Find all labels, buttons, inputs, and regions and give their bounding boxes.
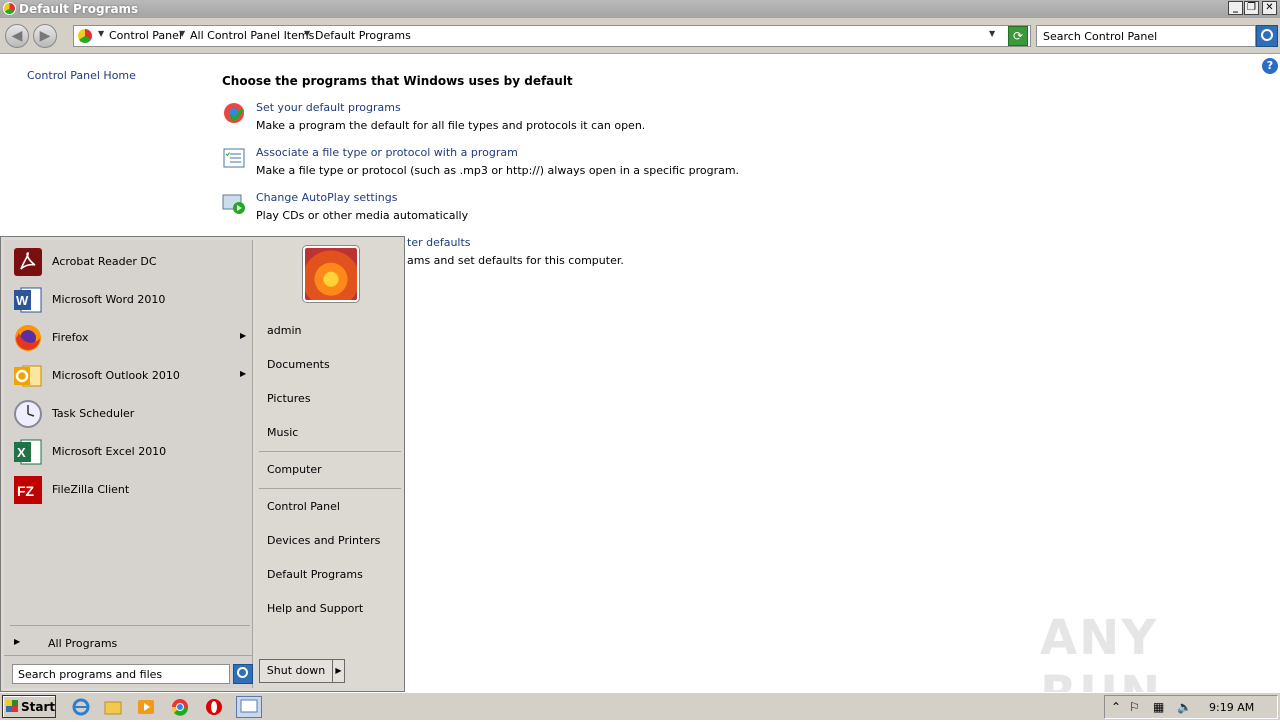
outlook-icon bbox=[14, 365, 42, 387]
program-label: Microsoft Excel 2010 bbox=[52, 445, 167, 458]
start-item-control-panel[interactable]: Control Panel bbox=[267, 500, 340, 513]
program-filezilla[interactable]: FZ FileZilla Client bbox=[10, 473, 250, 507]
submenu-arrow-icon[interactable]: ▶ bbox=[240, 369, 246, 378]
program-outlook[interactable]: Microsoft Outlook 2010 ▶ bbox=[10, 359, 250, 393]
associate-file-type-link[interactable]: Associate a file type or protocol with a… bbox=[256, 146, 518, 159]
start-menu-programs-pane: Acrobat Reader DC W Microsoft Word 2010 … bbox=[4, 240, 253, 688]
taskbar: Start ⌃ ⚐ ▦ 🔈 9:19 AM bbox=[0, 692, 1280, 720]
media-player-icon[interactable] bbox=[137, 698, 155, 716]
program-word[interactable]: W Microsoft Word 2010 bbox=[10, 283, 250, 317]
action-center-flag-icon[interactable]: ⚐ bbox=[1129, 700, 1140, 714]
task-description: Play CDs or other media automatically bbox=[256, 209, 469, 222]
start-item-computer[interactable]: Computer bbox=[267, 463, 322, 476]
address-box[interactable]: ▼ Control Panel ▼ All Control Panel Item… bbox=[73, 25, 1031, 47]
shutdown-options-button[interactable]: ▶ bbox=[332, 659, 345, 683]
breadcrumb-default-programs[interactable]: Default Programs bbox=[315, 29, 411, 42]
address-dropdown-icon[interactable]: ▼ bbox=[989, 29, 995, 38]
chevron-right-icon: ▶ bbox=[14, 637, 21, 646]
control-panel-taskbar-icon[interactable] bbox=[236, 696, 262, 718]
program-label: FileZilla Client bbox=[52, 483, 130, 496]
program-label: Microsoft Outlook 2010 bbox=[52, 369, 180, 382]
svg-text:W: W bbox=[16, 293, 29, 308]
start-item-default-programs[interactable]: Default Programs bbox=[267, 568, 363, 581]
program-firefox[interactable]: Firefox ▶ bbox=[10, 321, 250, 355]
program-label: Task Scheduler bbox=[52, 407, 135, 420]
page-title: Choose the programs that Windows uses by… bbox=[222, 74, 573, 88]
control-panel-icon bbox=[3, 2, 16, 15]
close-button[interactable]: ✕ bbox=[1262, 1, 1277, 15]
address-bar: ◀ ▶ ▼ Control Panel ▼ All Control Panel … bbox=[0, 18, 1280, 54]
chrome-icon[interactable] bbox=[171, 698, 189, 716]
change-autoplay-link[interactable]: Change AutoPlay settings bbox=[256, 191, 397, 204]
start-item-music[interactable]: Music bbox=[267, 426, 298, 439]
shutdown-button[interactable]: Shut down bbox=[259, 659, 333, 683]
all-programs-button[interactable]: ▶ All Programs bbox=[12, 635, 252, 655]
task-description: ams and set defaults for this computer. bbox=[407, 254, 624, 267]
all-programs-label: All Programs bbox=[48, 637, 118, 650]
folder-icon[interactable] bbox=[104, 698, 122, 716]
control-panel-home-link[interactable]: Control Panel Home bbox=[27, 69, 136, 82]
user-picture[interactable] bbox=[303, 246, 359, 302]
program-access-link[interactable]: ter defaults bbox=[407, 236, 471, 249]
start-item-user[interactable]: admin bbox=[267, 324, 301, 337]
default-programs-icon bbox=[224, 103, 245, 123]
task-description: Make a file type or protocol (such as .m… bbox=[256, 164, 740, 177]
windows-logo-icon bbox=[6, 700, 18, 712]
opera-icon[interactable] bbox=[205, 698, 223, 716]
svg-text:FZ: FZ bbox=[17, 483, 35, 499]
separator bbox=[10, 625, 250, 626]
back-button[interactable]: ◀ bbox=[5, 24, 29, 48]
submenu-arrow-icon[interactable]: ▶ bbox=[240, 331, 246, 340]
start-item-devices-printers[interactable]: Devices and Printers bbox=[267, 534, 380, 547]
search-icon[interactable] bbox=[1256, 25, 1278, 47]
clock[interactable]: 9:19 AM bbox=[1209, 701, 1254, 714]
breadcrumb-control-panel[interactable]: Control Panel bbox=[109, 29, 182, 42]
show-hidden-icons-icon[interactable]: ⌃ bbox=[1111, 700, 1121, 714]
window-title: Default Programs bbox=[19, 2, 139, 16]
help-icon[interactable]: ? bbox=[1262, 58, 1278, 74]
start-item-help-support[interactable]: Help and Support bbox=[267, 602, 363, 615]
task-description: Make a program the default for all file … bbox=[256, 119, 646, 132]
separator bbox=[259, 451, 401, 452]
start-search-input[interactable]: Search programs and files bbox=[12, 664, 230, 684]
start-label: Start bbox=[21, 700, 56, 714]
start-item-pictures[interactable]: Pictures bbox=[267, 392, 311, 405]
acrobat-icon bbox=[14, 248, 42, 276]
chevron-down-icon[interactable]: ▼ bbox=[98, 29, 104, 38]
chevron-down-icon[interactable]: ▼ bbox=[179, 29, 185, 38]
chevron-down-icon[interactable]: ▼ bbox=[304, 29, 310, 38]
program-label: Acrobat Reader DC bbox=[52, 255, 157, 268]
svg-text:X: X bbox=[17, 445, 26, 460]
start-item-documents[interactable]: Documents bbox=[267, 358, 330, 371]
title-bar: Default Programs _ ❐ ✕ bbox=[0, 0, 1280, 18]
separator bbox=[4, 655, 253, 656]
breadcrumb-all-items[interactable]: All Control Panel Items bbox=[190, 29, 314, 42]
volume-icon[interactable]: 🔈 bbox=[1177, 700, 1192, 714]
clock-icon bbox=[14, 400, 42, 428]
filezilla-icon: FZ bbox=[14, 476, 42, 504]
autoplay-icon bbox=[222, 194, 245, 214]
program-acrobat[interactable]: Acrobat Reader DC bbox=[10, 245, 250, 279]
network-icon[interactable]: ▦ bbox=[1153, 700, 1164, 714]
search-input[interactable]: Search Control Panel bbox=[1036, 25, 1256, 47]
forward-button[interactable]: ▶ bbox=[33, 24, 57, 48]
start-button[interactable]: Start bbox=[2, 695, 56, 718]
internet-explorer-icon[interactable] bbox=[72, 698, 90, 716]
file-association-icon bbox=[223, 148, 245, 168]
firefox-icon bbox=[15, 325, 41, 351]
program-label: Microsoft Word 2010 bbox=[52, 293, 166, 306]
separator bbox=[259, 488, 401, 489]
search-icon[interactable] bbox=[233, 664, 253, 684]
refresh-button[interactable]: ⟳ bbox=[1008, 26, 1028, 46]
word-icon: W bbox=[14, 287, 42, 313]
program-task-scheduler[interactable]: Task Scheduler bbox=[10, 397, 250, 431]
control-panel-icon bbox=[78, 29, 92, 43]
start-menu: Acrobat Reader DC W Microsoft Word 2010 … bbox=[0, 236, 405, 692]
excel-icon: X bbox=[14, 439, 42, 465]
minimize-button[interactable]: _ bbox=[1228, 1, 1243, 15]
program-excel[interactable]: X Microsoft Excel 2010 bbox=[10, 435, 250, 469]
restore-button[interactable]: ❐ bbox=[1244, 1, 1259, 15]
program-label: Firefox bbox=[52, 331, 89, 344]
set-default-programs-link[interactable]: Set your default programs bbox=[256, 101, 401, 114]
